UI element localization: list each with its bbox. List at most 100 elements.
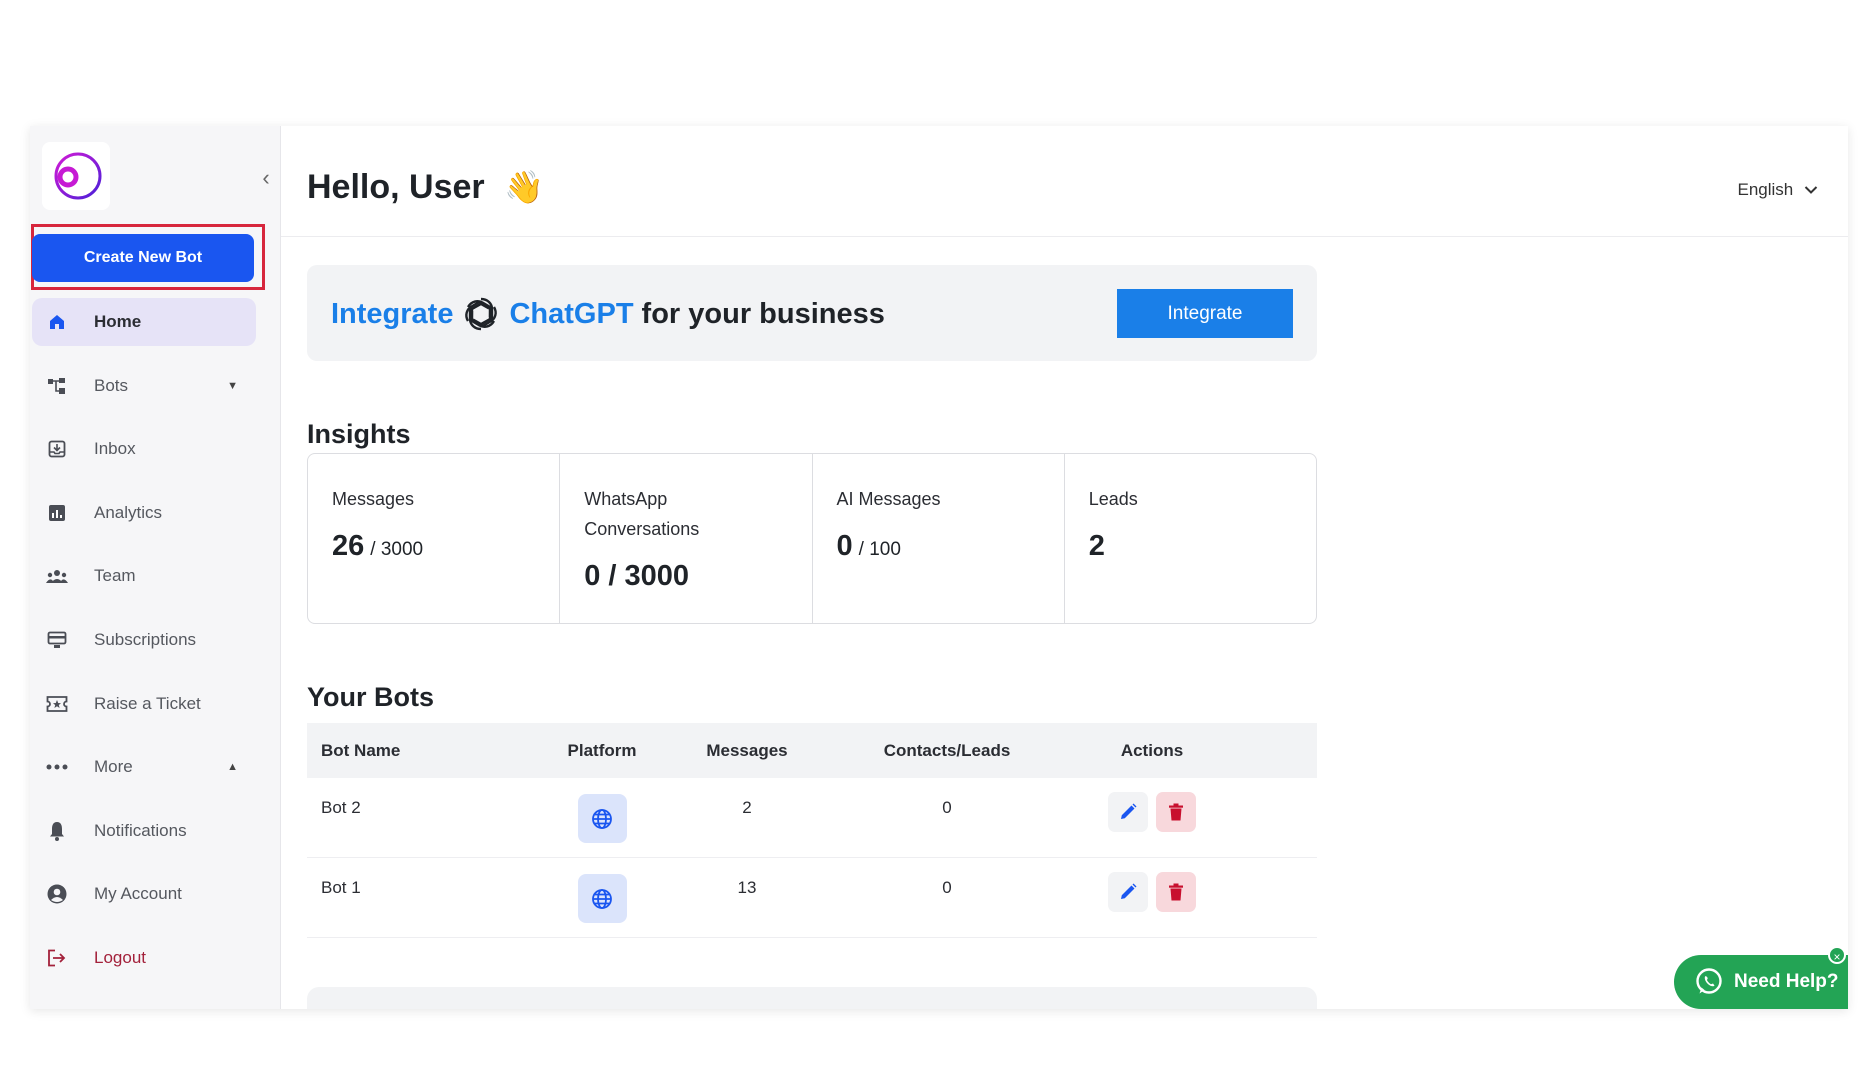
edit-bot-button[interactable]	[1108, 792, 1148, 832]
sidebar-item-more[interactable]: More ▲	[32, 743, 256, 791]
language-label: English	[1737, 180, 1794, 199]
ticket-icon	[44, 693, 70, 715]
account-icon	[44, 883, 70, 905]
main-content: Hello, User 👋 English Integrate ChatGPT …	[281, 126, 1848, 1009]
bot-contacts: 0	[942, 878, 952, 897]
sidebar-item-subscriptions[interactable]: Subscriptions	[32, 616, 256, 664]
bot-contacts: 0	[942, 798, 952, 817]
sidebar-item-notifications[interactable]: Notifications	[32, 807, 256, 855]
logo-icon	[54, 152, 102, 200]
sidebar-item-home[interactable]: Home	[32, 298, 256, 346]
sidebar-item-logout[interactable]: Logout	[32, 934, 256, 982]
next-section-card	[307, 987, 1317, 1009]
create-new-bot-button[interactable]: Create New Bot	[32, 234, 254, 282]
pencil-icon	[1121, 883, 1137, 899]
insight-card-messages: Messages 26/ 3000	[308, 454, 561, 623]
whatsapp-icon	[1696, 968, 1722, 994]
column-header: Platform	[567, 740, 637, 760]
need-help-label: Need Help?	[1734, 971, 1839, 992]
close-help-icon[interactable]: ×	[1828, 946, 1846, 964]
collapse-sidebar-icon[interactable]: ‹	[256, 166, 276, 190]
edit-bot-button[interactable]	[1108, 872, 1148, 912]
pencil-icon	[1121, 803, 1137, 819]
insight-count: 0 / 3000	[584, 560, 690, 592]
sidebar-item-team[interactable]: Team	[32, 552, 256, 600]
sidebar-item-raise-ticket[interactable]: Raise a Ticket	[32, 680, 256, 728]
insight-value: 0/ 100	[837, 530, 1040, 563]
bot-name: Bot 1	[321, 878, 361, 897]
table-header: Bot Name Platform Messages Contacts/Lead…	[307, 723, 1317, 778]
page-header: Hello, User 👋 English	[281, 126, 1848, 237]
chatgpt-integration-banner: Integrate ChatGPT for your business Inte…	[307, 265, 1317, 361]
insight-limit: / 100	[858, 539, 901, 560]
chevron-up-icon: ▲	[227, 761, 238, 774]
insight-label: WhatsApp Conversations	[584, 489, 700, 539]
insight-value: 2	[1089, 530, 1292, 563]
need-help-button[interactable]: Need Help?	[1674, 955, 1848, 1009]
table-row[interactable]: Bot 1 13 0	[307, 858, 1317, 938]
platform-cell	[552, 778, 652, 857]
sidebar-nav: Home Bots ▼ Inbox Analytics Team Subscri…	[32, 298, 256, 998]
integrate-button[interactable]: Integrate	[1117, 289, 1293, 338]
sidebar-item-bots[interactable]: Bots ▼	[32, 362, 256, 410]
home-icon	[44, 311, 70, 333]
sidebar-item-label: Inbox	[94, 439, 136, 459]
openai-icon	[465, 297, 498, 331]
insights-title: Insights	[307, 419, 411, 449]
bots-table: Bot Name Platform Messages Contacts/Lead…	[307, 723, 1317, 938]
your-bots-title: Your Bots	[307, 682, 434, 712]
app-logo[interactable]	[42, 142, 110, 210]
sidebar-item-analytics[interactable]: Analytics	[32, 489, 256, 537]
table-row[interactable]: Bot 2 2 0	[307, 778, 1317, 858]
trash-icon	[1169, 883, 1183, 901]
sidebar-item-label: Home	[94, 312, 142, 331]
column-header: Contacts/Leads	[883, 740, 1011, 760]
insight-card-ai-messages: AI Messages 0/ 100	[813, 454, 1065, 623]
wave-emoji: 👋	[504, 169, 544, 205]
sidebar-item-my-account[interactable]: My Account	[32, 870, 256, 918]
delete-bot-button[interactable]	[1156, 872, 1196, 912]
team-icon	[44, 565, 70, 587]
insight-value: 0 / 3000	[584, 560, 787, 593]
sidebar-item-label: Team	[94, 566, 136, 586]
sidebar: ‹ Create New Bot Home Bots ▼ Inbox Analy…	[30, 126, 281, 1009]
language-select[interactable]: English	[1738, 180, 1819, 200]
insight-count: 2	[1088, 530, 1105, 562]
insight-limit: / 3000	[370, 539, 424, 560]
platform-cell	[552, 858, 652, 937]
sidebar-item-label: Bots	[94, 375, 129, 395]
sidebar-item-label: My Account	[94, 884, 182, 904]
logout-icon	[44, 947, 70, 969]
app-window: ‹ Create New Bot Home Bots ▼ Inbox Analy…	[30, 126, 1848, 1009]
actions-cell	[1052, 858, 1252, 937]
greeting-text: Hello, User	[307, 168, 485, 206]
inbox-icon	[44, 438, 70, 460]
sidebar-item-label: Logout	[94, 947, 146, 967]
globe-icon	[577, 794, 627, 843]
trash-icon	[1169, 803, 1183, 821]
column-header: Messages	[706, 740, 788, 760]
bot-messages: 2	[742, 798, 752, 817]
insights-panel: Messages 26/ 3000 WhatsApp Conversations…	[307, 453, 1317, 624]
banner-brand-text: ChatGPT	[509, 297, 634, 330]
insight-card-leads: Leads 2	[1065, 454, 1316, 623]
insight-count: 26	[332, 530, 365, 562]
globe-icon	[577, 874, 627, 923]
delete-bot-button[interactable]	[1156, 792, 1196, 832]
sidebar-item-label: Subscriptions	[94, 629, 197, 649]
bots-icon	[44, 375, 70, 397]
sidebar-item-label: Raise a Ticket	[94, 693, 201, 713]
banner-integrate-text: Integrate	[331, 297, 454, 330]
analytics-icon	[44, 502, 70, 524]
bell-icon	[44, 820, 70, 842]
insight-label: Leads	[1088, 489, 1138, 509]
banner-heading: Integrate ChatGPT for your business	[331, 294, 885, 334]
column-header: Actions	[1120, 740, 1184, 760]
actions-cell	[1052, 778, 1252, 857]
insight-label: Messages	[332, 489, 415, 509]
insight-value: 26/ 3000	[332, 530, 535, 563]
chevron-down-icon: ▼	[227, 379, 238, 392]
insight-count: 0	[836, 530, 853, 562]
insight-card-whatsapp: WhatsApp Conversations 0 / 3000	[560, 454, 813, 623]
sidebar-item-inbox[interactable]: Inbox	[32, 425, 256, 473]
